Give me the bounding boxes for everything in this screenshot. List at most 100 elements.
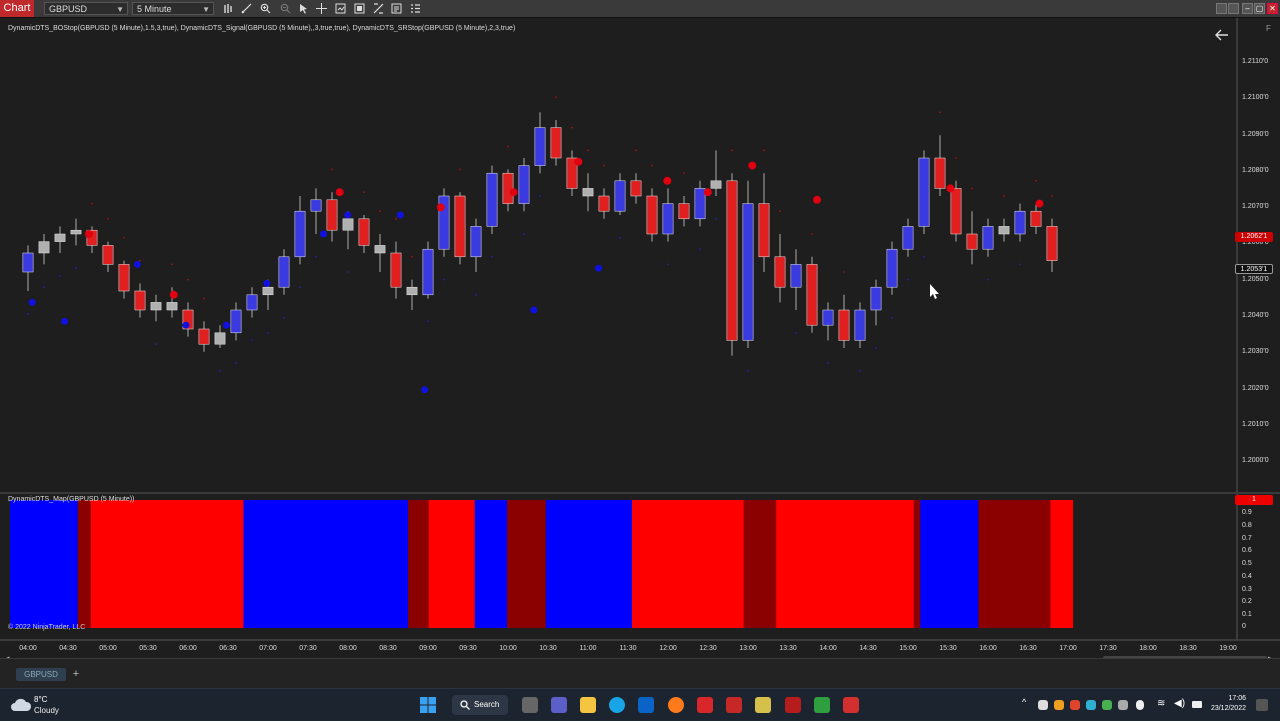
battery-icon[interactable] xyxy=(1192,701,1202,708)
taskbar-search[interactable]: Search xyxy=(452,695,508,715)
tray-shield-icon[interactable] xyxy=(1038,700,1048,710)
ninjatrader-icon[interactable] xyxy=(785,697,801,713)
weather-condition[interactable]: Cloudy xyxy=(34,706,59,715)
sr-stop-dot xyxy=(571,126,573,129)
clock-time: 17:06 xyxy=(1228,695,1246,702)
zoom-in-icon[interactable] xyxy=(260,3,271,14)
crosshair-icon[interactable] xyxy=(316,3,327,14)
bars-type-icon[interactable] xyxy=(223,3,234,14)
screenshot-icon[interactable] xyxy=(354,3,365,14)
yellow-app-icon[interactable] xyxy=(755,697,771,713)
minimize-all-button[interactable] xyxy=(1216,3,1227,14)
sr-stop-dot xyxy=(459,168,461,171)
candle-body xyxy=(662,203,674,235)
security-shield-icon[interactable] xyxy=(697,697,713,713)
price-badge-last: 1.2053'1 xyxy=(1235,264,1273,274)
weather-temperature[interactable]: 8°C xyxy=(34,695,47,704)
buy-signal-dot xyxy=(530,306,538,314)
candle-body xyxy=(1014,210,1026,235)
add-tab-button[interactable]: + xyxy=(70,667,82,681)
candle-body xyxy=(534,127,546,166)
sr-stop-dot xyxy=(891,316,893,319)
sr-stop-dot xyxy=(91,202,93,205)
price-chart[interactable] xyxy=(0,18,1280,658)
sr-stop-dot xyxy=(651,164,653,167)
candle-body xyxy=(854,309,866,341)
red-tool-icon[interactable] xyxy=(843,697,859,713)
arrow-left-icon[interactable] xyxy=(1214,29,1230,41)
outlook-icon[interactable] xyxy=(638,697,654,713)
edge-icon[interactable] xyxy=(609,697,625,713)
chart-tab[interactable]: Chart xyxy=(0,0,34,17)
panel-close-box[interactable]: F xyxy=(1266,24,1271,33)
price-label: 1.2000'0 xyxy=(1242,457,1269,464)
candle-body xyxy=(118,264,130,292)
tray-app-icon[interactable] xyxy=(1070,700,1080,710)
candle-body xyxy=(518,165,530,204)
candle-body xyxy=(102,245,114,265)
instrument-tab[interactable]: GBPUSD xyxy=(16,668,66,681)
task-view-icon[interactable] xyxy=(522,697,538,713)
map-block xyxy=(913,500,921,628)
candle-body xyxy=(822,309,834,326)
sr-stop-dot xyxy=(443,278,445,281)
sr-stop-dot xyxy=(699,248,701,251)
sr-stop-dot xyxy=(251,339,253,342)
green-app-icon[interactable] xyxy=(814,697,830,713)
pointer-icon[interactable] xyxy=(298,3,309,14)
panel-divider[interactable] xyxy=(0,492,1280,494)
chevron-up-icon[interactable]: ^ xyxy=(1022,697,1026,707)
chart-properties-icon[interactable] xyxy=(335,3,346,14)
tray-app-icon[interactable] xyxy=(1118,700,1128,710)
time-label: 06:30 xyxy=(219,645,237,652)
strategies-icon[interactable] xyxy=(373,3,384,14)
sr-stop-dot xyxy=(923,255,925,258)
candle-body xyxy=(1030,210,1042,227)
sr-stop-dot xyxy=(635,149,637,152)
microphone-icon[interactable] xyxy=(1136,700,1144,710)
teams-chat-icon[interactable] xyxy=(551,697,567,713)
map-axis-label: 0.9 xyxy=(1242,509,1252,516)
time-label: 13:30 xyxy=(779,645,797,652)
volume-icon[interactable]: ◀) xyxy=(1174,698,1185,709)
wifi-icon[interactable]: ≋ xyxy=(1157,698,1165,709)
candle-body xyxy=(646,195,658,235)
map-block xyxy=(77,500,91,628)
sr-stop-dot xyxy=(875,347,877,349)
minimize-button[interactable]: – xyxy=(1242,3,1253,14)
price-label: 1.2070'0 xyxy=(1242,203,1269,210)
map-block xyxy=(507,500,546,628)
sr-stop-dot xyxy=(683,172,685,175)
system-clock[interactable]: 17:06 23/12/2022 xyxy=(1206,694,1246,714)
tray-app-icon[interactable] xyxy=(1102,700,1112,710)
map-block xyxy=(743,500,777,628)
red-app-icon[interactable] xyxy=(726,697,742,713)
sr-stop-dot xyxy=(107,217,109,220)
map-block xyxy=(428,500,475,628)
firefox-icon[interactable] xyxy=(668,697,684,713)
tray-app-icon[interactable] xyxy=(1054,700,1064,710)
restore-all-button[interactable] xyxy=(1228,3,1239,14)
candle-body xyxy=(710,180,722,189)
close-button[interactable]: ✕ xyxy=(1267,3,1278,14)
windows-start-icon[interactable] xyxy=(420,697,436,713)
notification-icon[interactable] xyxy=(1256,699,1268,711)
drawing-tool-icon[interactable] xyxy=(241,3,252,14)
zoom-out-icon[interactable] xyxy=(280,3,291,14)
search-label: Search xyxy=(474,700,500,709)
tray-app-icon[interactable] xyxy=(1086,700,1096,710)
maximize-button[interactable]: ▢ xyxy=(1254,3,1265,14)
time-label: 14:30 xyxy=(859,645,877,652)
time-label: 15:00 xyxy=(899,645,917,652)
data-box-icon[interactable] xyxy=(410,3,421,14)
buy-signal-dot xyxy=(133,260,141,268)
timeframe-selector[interactable]: 5 Minute ▼ xyxy=(132,2,214,15)
file-explorer-icon[interactable] xyxy=(580,697,596,713)
map-axis-label: 0.1 xyxy=(1242,611,1252,618)
instrument-selector[interactable]: GBPUSD ▼ xyxy=(44,2,128,15)
time-label: 09:30 xyxy=(459,645,477,652)
candle-body xyxy=(1046,226,1058,261)
candle-body xyxy=(742,203,754,341)
templates-icon[interactable] xyxy=(391,3,402,14)
sell-signal-dot xyxy=(1035,199,1044,208)
